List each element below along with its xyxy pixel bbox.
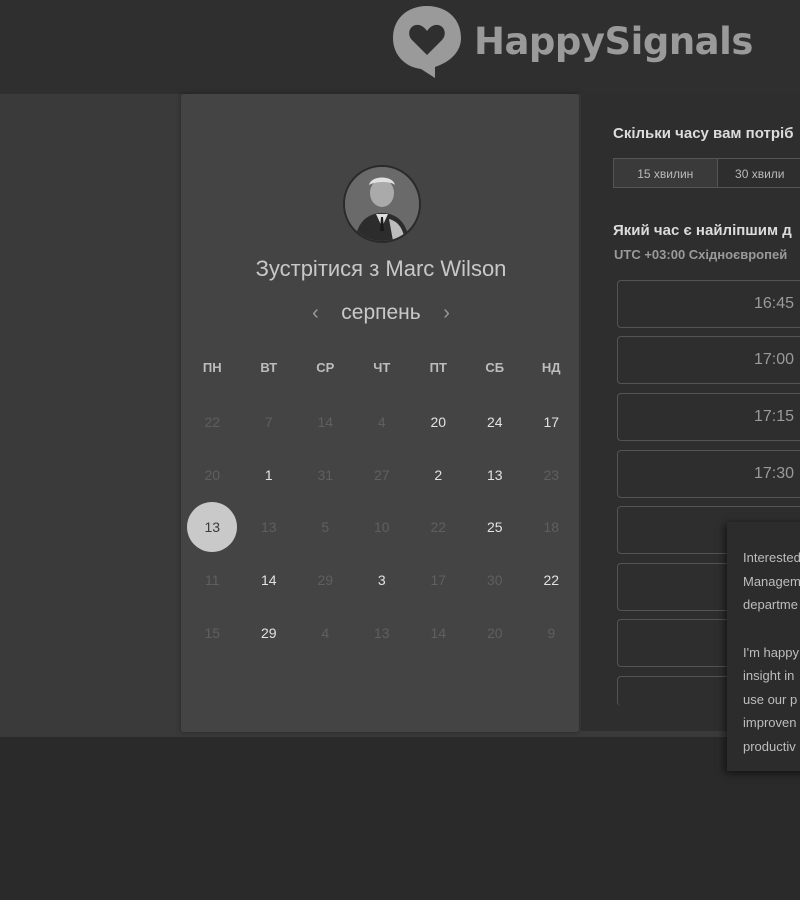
heart-speech-bubble-icon (393, 6, 461, 78)
popup-line: departme (743, 597, 798, 612)
calendar-day: 7 (264, 414, 273, 431)
duration-selector: 15 хвилин 30 хвили (613, 158, 800, 188)
popup-spacer (743, 617, 800, 641)
weekday-label: СБ (485, 360, 505, 375)
calendar-day-available[interactable]: 25 (467, 519, 524, 535)
avatar-photo (345, 167, 419, 241)
time-slot[interactable]: 17:30 (617, 450, 800, 498)
calendar-day: 15 (204, 624, 221, 641)
calendar-day: 27 (373, 466, 390, 483)
month-label: серпень (341, 301, 421, 324)
calendar-day: 5 (321, 519, 330, 536)
calendar-day: 10 (373, 519, 390, 536)
time-slot[interactable]: 17:00 (617, 336, 800, 384)
calendar-day-available[interactable]: 3 (354, 572, 411, 588)
popup-line: use our p (743, 691, 798, 707)
calendar-week: 20 1 31 27 2 13 23 (184, 449, 580, 502)
calendar-week: 13 13 5 10 22 25 18 (184, 501, 580, 554)
chevron-left-icon[interactable]: ‹ (295, 302, 335, 325)
calendar-grid: 22 7 14 4 20 24 17 20 1 31 27 2 13 23 13… (184, 396, 580, 659)
calendar-day: 4 (377, 414, 386, 431)
time-question: Який час є найліпшим д (613, 222, 792, 239)
calendar-day: 14 (430, 624, 447, 641)
calendar-day-available[interactable]: 29 (241, 625, 298, 641)
duration-option-15[interactable]: 15 хвилин (613, 158, 718, 188)
calendar-day: 13 (260, 519, 277, 536)
weekday-label: СР (316, 360, 335, 375)
calendar-week: 15 29 4 13 14 20 9 (184, 606, 580, 659)
timezone-label: UTC +03:00 Східноєвропей (614, 247, 788, 262)
time-slot[interactable]: 16:45 (617, 280, 800, 328)
calendar-day: 30 (486, 572, 503, 589)
host-avatar (343, 165, 421, 243)
calendar-day-available[interactable]: 24 (467, 414, 524, 430)
calendar-day: 20 (204, 466, 221, 483)
calendar-day: 11 (204, 572, 220, 589)
calendar-day: 14 (317, 414, 334, 431)
calendar-day-available[interactable]: 20 (410, 414, 467, 430)
weekday-label: ПТ (429, 360, 447, 375)
month-navigator: ‹ серпень › (181, 301, 581, 325)
chat-popup-message: Interested Managem departme I'm happy in… (743, 546, 800, 758)
happysignals-logo: HappySignals (390, 2, 753, 80)
calendar-day-available[interactable]: 14 (241, 572, 298, 588)
chevron-right-icon[interactable]: › (427, 302, 467, 325)
weekday-header: ПН ВТ СР ЧТ ПТ СБ НД (184, 360, 580, 375)
popup-line: productiv (743, 738, 796, 754)
popup-line: Managem (743, 573, 800, 589)
calendar-week: 11 14 29 3 17 30 22 (184, 554, 580, 607)
calendar-day: 23 (543, 466, 560, 483)
calendar-day-available[interactable]: 22 (523, 572, 580, 588)
weekday-label: ВТ (260, 360, 278, 375)
duration-option-30[interactable]: 30 хвили (717, 158, 800, 188)
weekday-label: ЧТ (373, 360, 391, 375)
calendar-day: 22 (204, 414, 221, 431)
calendar-day: 9 (547, 624, 556, 641)
popup-line: insight in (743, 668, 795, 683)
calendar-day: 17 (430, 572, 447, 589)
time-slot[interactable]: 17:15 (617, 393, 800, 441)
duration-question: Скільки часу вам потріб (613, 125, 794, 142)
meeting-title: Зустрітися з Marc Wilson (255, 256, 507, 281)
calendar-day: 29 (317, 572, 334, 589)
calendar-day-available[interactable]: 13 (467, 467, 524, 483)
calendar-day: 20 (486, 624, 503, 641)
calendar-day: 13 (373, 624, 390, 641)
calendar-day-available[interactable]: 2 (410, 467, 467, 483)
popup-line: I'm happy (743, 644, 799, 660)
popup-line: improven (743, 715, 797, 730)
popup-line: Interested (743, 550, 800, 565)
calendar-day-available[interactable]: 17 (523, 414, 580, 430)
brand-name: HappySignals (474, 19, 753, 63)
page-footer-area (0, 737, 800, 900)
calendar-day: 22 (430, 519, 447, 536)
calendar-week: 22 7 14 4 20 24 17 (184, 396, 580, 449)
calendar-day: 18 (543, 519, 560, 536)
calendar-day-selected[interactable]: 13 (184, 502, 241, 553)
calendar-day-available[interactable]: 1 (241, 467, 298, 483)
calendar-day: 4 (321, 624, 330, 641)
calendar-day: 31 (317, 466, 334, 483)
weekday-label: ПН (202, 360, 222, 375)
weekday-label: НД (541, 360, 561, 375)
